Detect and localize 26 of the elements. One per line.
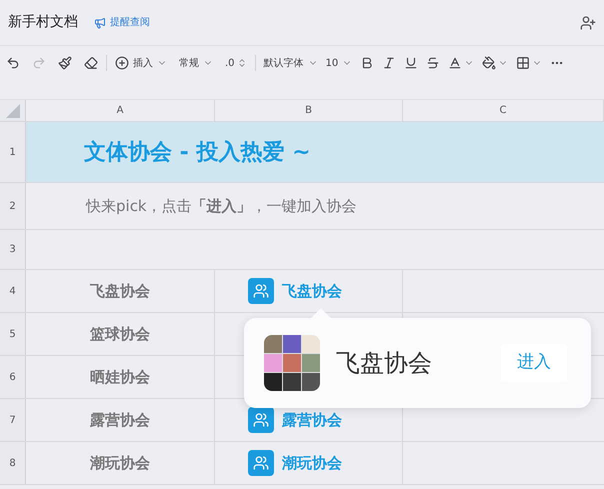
row-number: 2 [0, 183, 26, 229]
decimal-stepper[interactable]: .0 [221, 56, 251, 70]
document-title: 新手村文档 [8, 13, 78, 32]
remind-link[interactable]: 提醒查阅 [94, 15, 150, 30]
table-cell-text: 晒娃协会 [90, 366, 150, 388]
table-cell-text: 篮球协会 [90, 324, 150, 345]
column-header[interactable]: B [215, 100, 403, 121]
table-cell-text: 露营协会 [90, 410, 150, 431]
sheet-title: 文体协会 - 投入热爱 ~ [84, 138, 311, 166]
row-number: 5 [0, 313, 26, 355]
table-cell-text: 潮玩协会 [90, 452, 150, 474]
dropdown[interactable]: 默认字体 [260, 56, 322, 70]
row-number: 3 [0, 230, 26, 269]
insert-button[interactable]: 插入 [111, 56, 171, 70]
group-name: 飞盘协会 [336, 348, 432, 379]
row-number: 6 [0, 356, 26, 398]
row-number: 8 [0, 442, 26, 484]
column-header[interactable]: C [403, 100, 604, 121]
row-number: 4 [0, 270, 26, 312]
row-number: 1 [0, 122, 26, 182]
table-cell-text: 飞盘协会 [90, 280, 150, 302]
dropdown[interactable]: 常规 [175, 56, 217, 70]
intro-text: 快来pick，点击「进入」，一键加入协会 [86, 196, 357, 217]
dropdown[interactable]: 10 [322, 56, 356, 70]
column-header[interactable]: A [26, 100, 215, 121]
row-number: 7 [0, 399, 26, 441]
